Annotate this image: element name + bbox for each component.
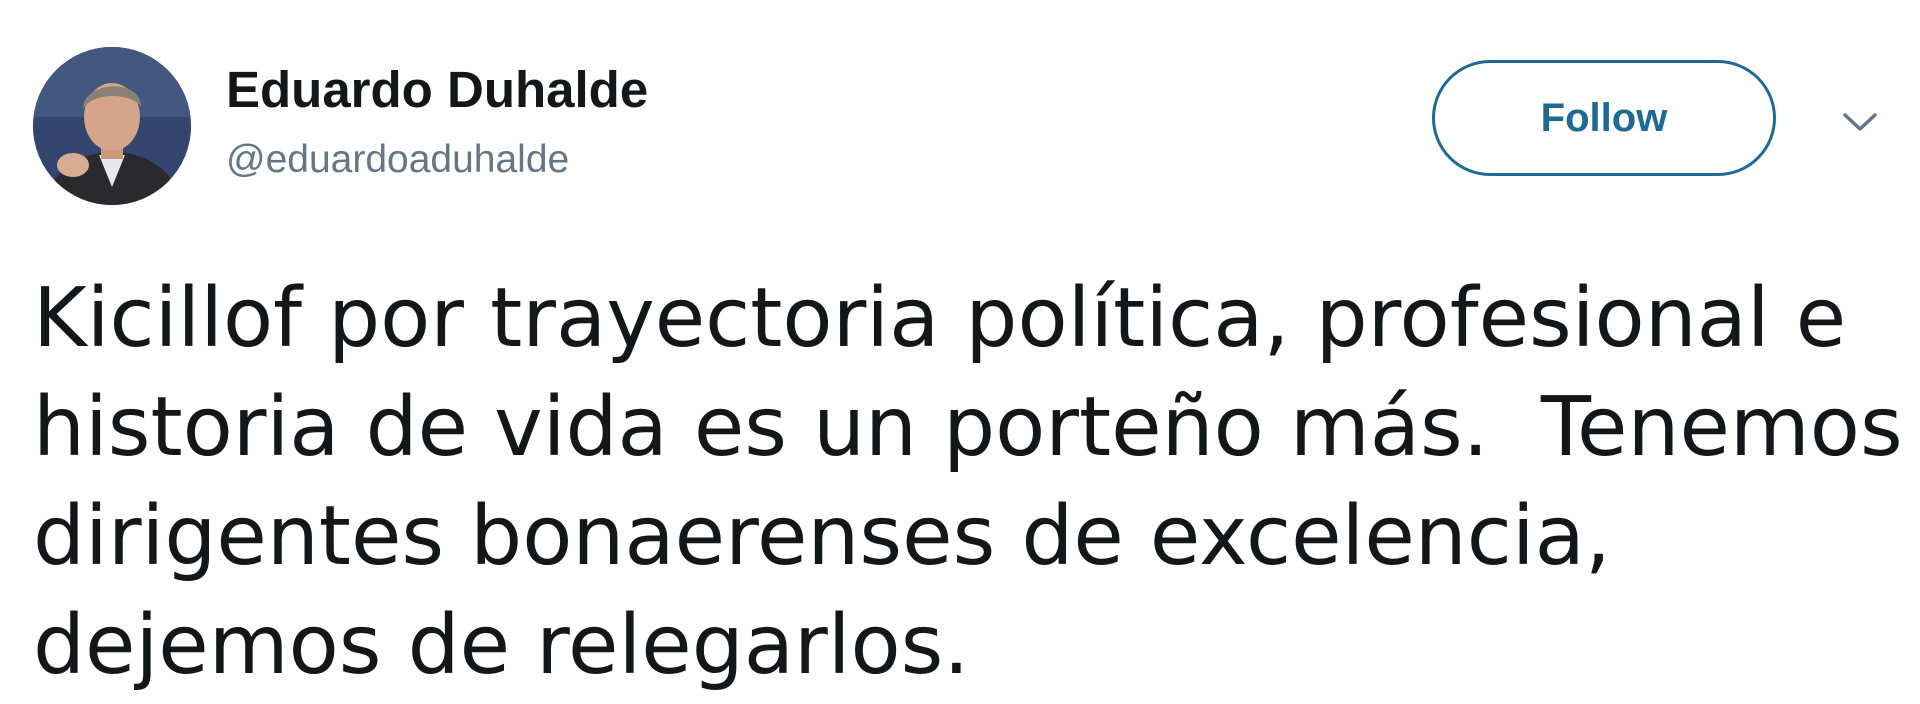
tweet-text-line: Kicillof por trayectoria política, profe… bbox=[33, 271, 1847, 366]
follow-button[interactable]: Follow bbox=[1432, 60, 1776, 176]
avatar[interactable] bbox=[33, 47, 191, 205]
tweet-text: Kicillof por trayectoria política, profe… bbox=[33, 264, 1903, 700]
display-name[interactable]: Eduardo Duhalde bbox=[226, 60, 648, 119]
avatar-photo bbox=[33, 47, 191, 205]
tweet-text-line: dirigentes bonaerenses de excelencia, bbox=[33, 489, 1611, 584]
user-handle[interactable]: @eduardoaduhalde bbox=[226, 138, 569, 182]
tweet-text-line: historia de vida es un porteño más. Tene… bbox=[33, 380, 1903, 475]
tweet-card: Eduardo Duhalde @eduardoaduhalde Follow … bbox=[0, 0, 1920, 704]
tweet-text-line: dejemos de relegarlos. bbox=[33, 598, 970, 693]
chevron-down-icon[interactable] bbox=[1840, 107, 1880, 137]
